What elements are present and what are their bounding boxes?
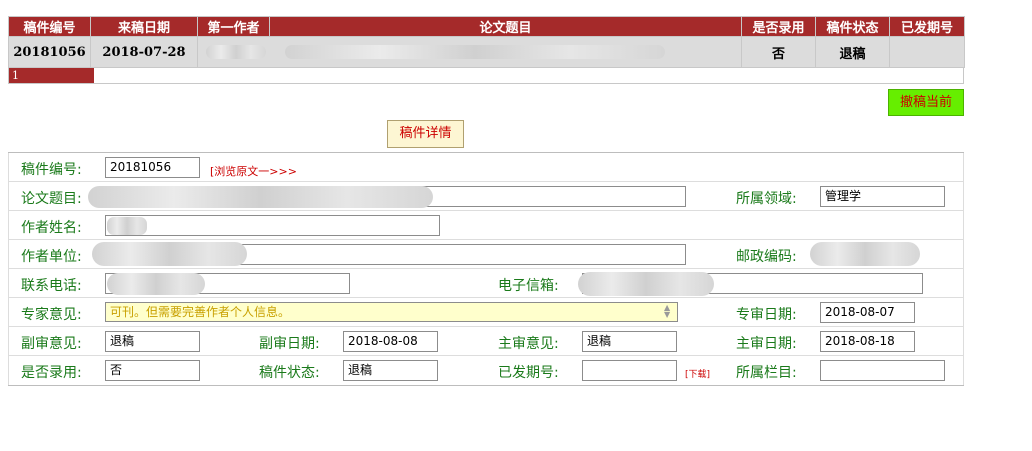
col-header-title: 论文题目 bbox=[269, 16, 742, 37]
accepted-label: 是否录用: bbox=[21, 365, 82, 381]
download-link[interactable]: [下载] bbox=[685, 367, 710, 380]
expert-opinion-field[interactable]: 可刊。但需要完善作者个人信息。 bbox=[105, 302, 678, 322]
form-row-expert: 专家意见: 可刊。但需要完善作者个人信息。 ▲ ▼ 专审日期: 2018-08-0… bbox=[8, 298, 964, 327]
chief-opinion-label: 主审意见: bbox=[498, 336, 559, 352]
form-row-contact: 联系电话: 电子信箱: bbox=[8, 269, 964, 298]
column-label: 所属栏目: bbox=[736, 365, 797, 381]
email-label: 电子信箱: bbox=[498, 278, 559, 294]
form-row-review: 副审意见: 退稿 副审日期: 2018-08-08 主审意见: 退稿 主审日期:… bbox=[8, 327, 964, 356]
chief-opinion-field[interactable]: 退稿 bbox=[582, 331, 677, 352]
deputy-opinion-field[interactable]: 退稿 bbox=[105, 331, 200, 352]
col-header-accepted: 是否录用 bbox=[741, 16, 816, 37]
expert-date-label: 专审日期: bbox=[736, 307, 797, 323]
col-header-issue: 已发期号 bbox=[889, 16, 965, 37]
chief-date-label: 主审日期: bbox=[736, 336, 797, 352]
field-label: 所属领域: bbox=[736, 191, 797, 207]
form-row-unit: 作者单位: 邮政编码: bbox=[8, 240, 964, 269]
postcode-label: 邮政编码: bbox=[736, 249, 797, 265]
redacted-email-field bbox=[578, 272, 714, 296]
expert-date-field[interactable]: 2018-08-07 bbox=[820, 302, 915, 323]
author-field[interactable] bbox=[105, 215, 440, 236]
deputy-opinion-label: 副审意见: bbox=[21, 336, 82, 352]
field-input[interactable]: 管理学 bbox=[820, 186, 945, 207]
phone-label: 联系电话: bbox=[21, 278, 82, 294]
redacted-title bbox=[284, 45, 665, 59]
manuscript-detail-form: 稿件编号: 20181056 [浏览原文一>>> 论文题目: 所属领域: 管理学… bbox=[8, 152, 964, 386]
redacted-unit-field bbox=[92, 242, 247, 266]
col-header-status: 稿件状态 bbox=[815, 16, 890, 37]
redacted-phone-field bbox=[107, 273, 205, 295]
manuscript-detail-button[interactable]: 稿件详情 bbox=[387, 120, 464, 148]
status-field[interactable]: 退稿 bbox=[343, 360, 438, 381]
col-header-first-author: 第一作者 bbox=[197, 16, 270, 37]
manuscript-list-table: 稿件编号 来稿日期 第一作者 论文题目 是否录用 稿件状态 已发期号 20181… bbox=[8, 16, 965, 68]
form-row-title: 论文题目: 所属领域: 管理学 bbox=[8, 182, 964, 211]
column-field[interactable] bbox=[820, 360, 945, 381]
withdraw-button[interactable]: 撤稿当前 bbox=[888, 89, 964, 116]
accepted-field[interactable]: 否 bbox=[105, 360, 200, 381]
page-number[interactable]: 1 bbox=[9, 68, 94, 83]
redacted-author-field bbox=[107, 217, 147, 235]
title-label: 论文题目: bbox=[21, 191, 82, 207]
expert-opinion-label: 专家意见: bbox=[21, 307, 82, 323]
manuscript-no-label: 稿件编号: bbox=[21, 162, 82, 178]
table-row[interactable]: 20181056 2018-07-28 否 退稿 bbox=[8, 36, 965, 68]
deputy-date-field[interactable]: 2018-08-08 bbox=[343, 331, 438, 352]
form-row-author: 作者姓名: bbox=[8, 211, 964, 240]
redacted-title-field bbox=[88, 186, 433, 208]
cell-author-title-redacted[interactable] bbox=[197, 36, 742, 68]
cell-status: 退稿 bbox=[815, 36, 890, 68]
manuscript-no-field[interactable]: 20181056 bbox=[105, 157, 200, 178]
cell-accepted: 否 bbox=[741, 36, 816, 68]
status-label: 稿件状态: bbox=[259, 365, 320, 381]
browse-original-link[interactable]: [浏览原文一>>> bbox=[210, 163, 297, 179]
redacted-postcode-field bbox=[810, 242, 920, 266]
form-row-manuscript-no: 稿件编号: 20181056 [浏览原文一>>> bbox=[8, 153, 964, 182]
col-header-date: 来稿日期 bbox=[90, 16, 198, 37]
form-row-status: 是否录用: 否 稿件状态: 退稿 已发期号: [下载] 所属栏目: bbox=[8, 356, 964, 385]
issue-label: 已发期号: bbox=[498, 365, 559, 381]
table-header-row: 稿件编号 来稿日期 第一作者 论文题目 是否录用 稿件状态 已发期号 bbox=[8, 16, 965, 37]
chief-date-field[interactable]: 2018-08-18 bbox=[820, 331, 915, 352]
cell-manuscript-no[interactable]: 20181056 bbox=[8, 36, 91, 68]
unit-label: 作者单位: bbox=[21, 249, 82, 265]
cell-date: 2018-07-28 bbox=[90, 36, 198, 68]
redacted-author bbox=[206, 45, 266, 59]
cell-issue bbox=[889, 36, 965, 68]
scroll-arrows-icon[interactable]: ▲ ▼ bbox=[664, 304, 670, 319]
deputy-date-label: 副审日期: bbox=[259, 336, 320, 352]
col-header-manuscript-no: 稿件编号 bbox=[8, 16, 91, 37]
author-label: 作者姓名: bbox=[21, 220, 82, 236]
issue-field[interactable] bbox=[582, 360, 677, 381]
pager-row: 1 bbox=[8, 67, 964, 84]
